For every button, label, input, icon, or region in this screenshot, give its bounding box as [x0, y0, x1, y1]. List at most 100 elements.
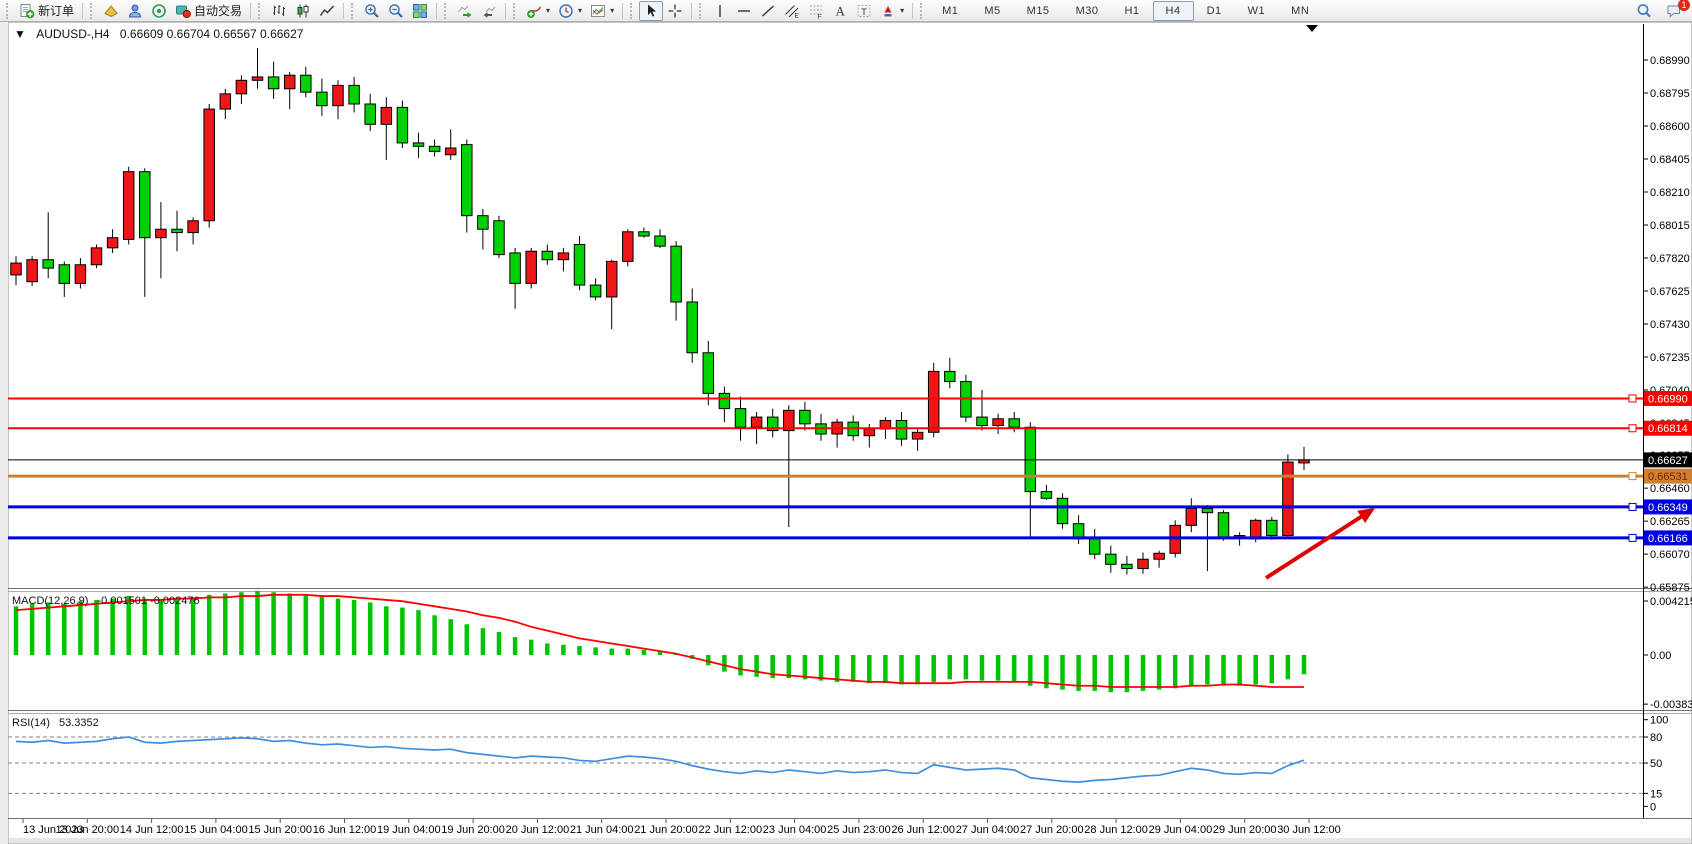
svg-text:F: F: [818, 13, 822, 19]
tf-w1-button[interactable]: W1: [1235, 1, 1279, 21]
line-handle[interactable]: [1629, 473, 1636, 480]
line-handle[interactable]: [1629, 395, 1636, 402]
candle-body: [59, 265, 70, 284]
text-button[interactable]: A: [828, 1, 852, 21]
data-window-button[interactable]: [123, 1, 147, 21]
macd-histogram-bar: [78, 601, 83, 655]
macd-histogram-bar: [1173, 655, 1178, 688]
candle-body: [1089, 539, 1100, 554]
toolbar-separator: [343, 3, 344, 19]
candle-body: [1138, 559, 1149, 568]
macd-name: MACD(12,26,9): [12, 595, 88, 607]
indicators-icon: [526, 3, 542, 19]
periods-button[interactable]: ▾: [554, 1, 586, 21]
dropdown-arrow-icon: ▾: [610, 6, 614, 15]
market-watch-button[interactable]: [99, 1, 123, 21]
symbol-dropdown-icon[interactable]: ▼: [14, 27, 26, 41]
chart-canvas[interactable]: 0.689900.687950.686000.684050.682100.680…: [0, 0, 1692, 844]
candle-body: [574, 244, 585, 285]
toolbar-grip: [444, 3, 450, 19]
rsi-tick-label: 50: [1650, 758, 1662, 770]
crosshair-button[interactable]: [663, 1, 687, 21]
candle-body: [1154, 553, 1165, 559]
line-handle[interactable]: [1629, 503, 1636, 510]
indicators-button[interactable]: ▾: [522, 1, 554, 21]
candle-body: [333, 85, 344, 105]
channel-button[interactable]: E: [780, 1, 804, 21]
macd-histogram-bar: [384, 606, 389, 655]
bar-chart-button[interactable]: [267, 1, 291, 21]
macd-histogram-bar: [577, 646, 582, 655]
line-handle[interactable]: [1629, 425, 1636, 432]
candle-body: [542, 251, 553, 259]
macd-histogram-bar: [883, 655, 888, 683]
macd-histogram-bar: [271, 592, 276, 655]
cursor-button[interactable]: [639, 1, 663, 21]
macd-histogram-bar: [980, 655, 985, 681]
macd-histogram-bar: [1157, 655, 1162, 690]
candle-body: [268, 77, 279, 89]
candle-body: [558, 253, 569, 260]
time-tick-label: 21 Jun 20:00: [634, 824, 698, 836]
auto-scroll-button[interactable]: [453, 1, 477, 21]
candle-body: [27, 260, 37, 282]
tf-h4-button[interactable]: H4: [1153, 1, 1194, 21]
marker-price-text: 0.66627: [1648, 455, 1688, 467]
arrows-button[interactable]: ▾: [876, 1, 908, 21]
candle-body: [252, 77, 263, 80]
zoom-in-button[interactable]: [360, 1, 384, 21]
new-order-button[interactable]: 新订单: [15, 1, 78, 21]
macd-histogram-bar: [432, 615, 437, 655]
text-label-button[interactable]: T: [852, 1, 876, 21]
tile-windows-button[interactable]: [408, 1, 432, 21]
candle-body: [188, 221, 199, 233]
search-button[interactable]: [1632, 1, 1656, 21]
macd-histogram-bar: [1302, 655, 1307, 674]
candle-body: [510, 253, 520, 283]
candle-body: [413, 143, 424, 146]
zoom-out-button[interactable]: [384, 1, 408, 21]
horizontal-line-button[interactable]: [732, 1, 756, 21]
tf-m1-button[interactable]: M1: [929, 1, 971, 21]
time-tick-label: 19 Jun 04:00: [377, 824, 441, 836]
line-chart-button[interactable]: [315, 1, 339, 21]
notifications-button[interactable]: 1: [1662, 1, 1686, 21]
time-tick-label: 28 Jun 12:00: [1084, 824, 1148, 836]
candle-body: [993, 419, 1004, 426]
time-tick-label: 26 Jun 12:00: [891, 824, 955, 836]
svg-text:T: T: [861, 6, 867, 16]
autotrade-button[interactable]: 自动交易: [171, 1, 246, 21]
macd-histogram-bar: [336, 599, 341, 655]
candle-body: [864, 429, 875, 436]
macd-histogram-bar: [46, 602, 51, 655]
templates-button[interactable]: ▾: [586, 1, 618, 21]
macd-histogram-bar: [851, 655, 856, 682]
trendline-button[interactable]: [756, 1, 780, 21]
chart-shift-button[interactable]: [477, 1, 501, 21]
time-tick-label: 13 Jun 20:00: [55, 824, 119, 836]
line-handle[interactable]: [1629, 534, 1636, 541]
macd-histogram-bar: [304, 595, 309, 655]
tf-m30-button[interactable]: M30: [1063, 1, 1112, 21]
button-label: M30: [1070, 5, 1105, 17]
tf-m5-button[interactable]: M5: [971, 1, 1013, 21]
time-tick-label: 15 Jun 04:00: [184, 824, 248, 836]
macd-histogram-bar: [1189, 655, 1194, 686]
candle-body: [639, 232, 650, 236]
fibonacci-button[interactable]: F: [804, 1, 828, 21]
crosshair-icon: [667, 3, 683, 19]
gold-chart-icon: [103, 3, 119, 19]
candle-body: [301, 75, 312, 92]
tf-mn-button[interactable]: MN: [1278, 1, 1322, 21]
vertical-line-button[interactable]: [708, 1, 732, 21]
candlestick-chart-button[interactable]: [291, 1, 315, 21]
tf-h1-button[interactable]: H1: [1111, 1, 1152, 21]
new-order-icon: [19, 3, 35, 19]
tf-m15-button[interactable]: M15: [1014, 1, 1063, 21]
price-tick-label: 0.68600: [1650, 121, 1690, 133]
chart-title[interactable]: ▼ AUDUSD-,H4 0.66609 0.66704 0.66567 0.6…: [14, 27, 303, 41]
macd-histogram-bar: [1253, 655, 1258, 684]
tf-d1-button[interactable]: D1: [1194, 1, 1235, 21]
toolbar-grip: [258, 3, 264, 19]
navigator-button[interactable]: [147, 1, 171, 21]
